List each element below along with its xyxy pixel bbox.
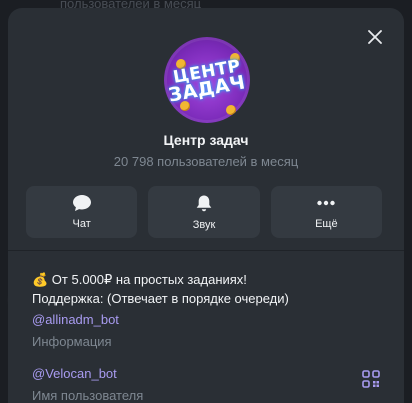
section-divider [8,250,404,251]
description-text1: От 5.000₽ на простых заданиях! [48,272,247,287]
sound-button[interactable]: Звук [148,186,260,238]
avatar[interactable]: ЦЕНТР ЗАДАЧ [164,37,250,123]
profile-panel: ЦЕНТР ЗАДАЧ Центр задач 20 798 пользоват… [8,8,404,403]
qr-code-button[interactable] [360,368,382,390]
description-line1: 💰 От 5.000₽ на простых заданиях! [32,270,372,289]
username-label: Имя пользователя [32,388,144,403]
sound-button-label: Звук [192,218,216,231]
channel-name: Центр задач [163,132,249,148]
info-section-label: Информация [32,334,112,349]
more-dots-icon [317,200,336,206]
chat-bubble-icon [72,195,91,211]
support-link[interactable]: @allinadm_bot [32,310,372,329]
close-button[interactable] [362,24,388,50]
info-section: 💰 От 5.000₽ на простых заданиях! Поддерж… [32,270,372,351]
qr-code-icon [362,370,380,388]
bell-icon [196,195,212,211]
coin-icon [226,105,236,115]
username-link[interactable]: @Velocan_bot [32,366,117,381]
action-buttons: Чат Звук Ещё [26,186,382,238]
username-section[interactable]: @Velocan_bot Имя пользователя [32,364,332,403]
more-button-label: Ещё [315,218,338,230]
subscriber-count: 20 798 пользователей в месяц [113,154,299,169]
more-button[interactable]: Ещё [270,186,382,238]
description-line2: Поддержка: (Отвечает в порядке очереди) [32,291,289,306]
close-icon [368,30,382,44]
chat-button[interactable]: Чат [26,186,138,238]
chat-button-label: Чат [72,218,91,230]
money-bag-icon: 💰 [32,272,49,287]
